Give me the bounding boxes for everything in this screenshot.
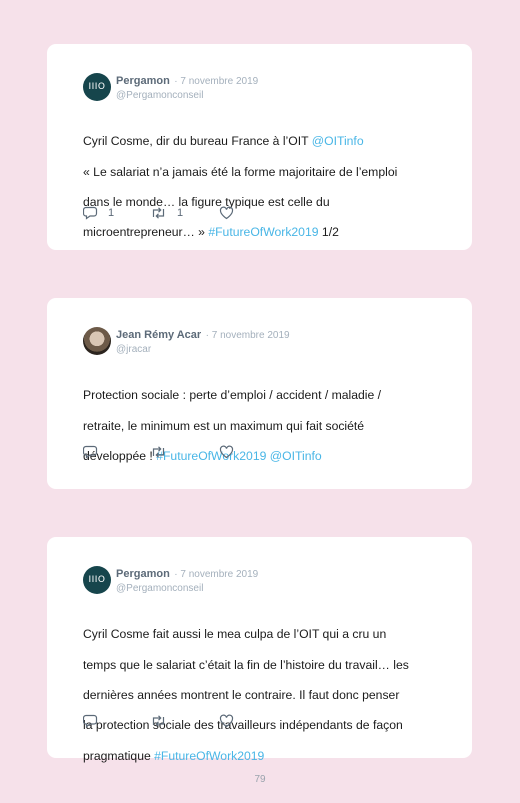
like-button[interactable] — [219, 206, 234, 220]
tweet-text-line: dernières années montrent le contraire. … — [83, 688, 400, 703]
tweet-actions — [83, 714, 283, 730]
page-number: 79 — [254, 774, 266, 785]
hashtag-link[interactable]: #FutureOfWork2019 — [154, 749, 264, 763]
author-handle[interactable]: @Pergamonconseil — [116, 89, 258, 103]
mention-link[interactable]: @OITinfo — [312, 134, 364, 148]
retweet-icon — [152, 715, 165, 727]
tweet-text: Cyril Cosme fait aussi le mea culpa de l… — [83, 612, 442, 779]
tweet-text: Protection sociale : perte d’emploi / ac… — [83, 373, 442, 479]
heart-icon — [219, 206, 234, 220]
tweet-date[interactable]: · 7 novembre 2019 — [174, 569, 258, 580]
hashtag-link[interactable]: #FutureOfWork2019 — [208, 225, 318, 239]
retweet-icon — [152, 446, 165, 458]
reply-button[interactable] — [83, 714, 98, 728]
tweet-card: IIIO Pergamon · 7 novembre 2019 @Pergamo… — [47, 537, 472, 763]
tweet-actions — [83, 445, 283, 461]
tweet-text-line: Cyril Cosme fait aussi le mea culpa de l… — [83, 627, 387, 642]
like-button[interactable] — [219, 445, 234, 459]
tweet-text-line: pragmatique — [83, 748, 155, 763]
heart-icon — [219, 445, 234, 459]
tweet-text: Cyril Cosme, dir du bureau France à l’OI… — [83, 119, 442, 256]
reply-icon — [83, 206, 98, 220]
reply-button[interactable]: 1 — [83, 206, 114, 220]
like-button[interactable] — [219, 714, 234, 728]
reply-button[interactable] — [83, 445, 98, 459]
author-handle[interactable]: @jracar — [116, 343, 290, 357]
tweet-text-line: Protection sociale : perte d’emploi / ac… — [83, 388, 382, 403]
reply-count: 1 — [108, 207, 115, 219]
tweet-actions: 1 1 — [83, 206, 283, 222]
avatar-logo-text: IIIO — [88, 575, 106, 585]
tweet-text-line: retraite, le minimum est un maximum qui … — [83, 418, 365, 433]
tweet-card: Jean Rémy Acar · 7 novembre 2019 @jracar… — [47, 298, 472, 489]
retweet-icon — [152, 207, 165, 219]
author-handle[interactable]: @Pergamonconseil — [116, 582, 258, 596]
tweet-text-line: temps que le salariat c’était la fin de … — [83, 657, 409, 672]
tweet-card: IIIO Pergamon · 7 novembre 2019 @Pergamo… — [47, 44, 472, 250]
avatar-logo-text: IIIO — [88, 82, 106, 92]
retweet-button[interactable]: 1 — [150, 206, 183, 220]
avatar[interactable]: IIIO — [83, 73, 111, 101]
reply-icon — [83, 445, 98, 459]
avatar[interactable] — [83, 327, 111, 355]
reply-icon — [83, 714, 98, 728]
tweet-date[interactable]: · 7 novembre 2019 — [174, 76, 258, 87]
author-name[interactable]: Pergamon — [116, 75, 170, 87]
retweet-count: 1 — [177, 207, 184, 219]
author-name[interactable]: Pergamon — [116, 568, 170, 580]
tweet-text-line: 1/2 — [318, 225, 339, 240]
tweet-text-line: « Le salariat n’a jamais été la forme ma… — [83, 164, 398, 179]
retweet-button[interactable] — [150, 445, 167, 459]
avatar[interactable]: IIIO — [83, 566, 111, 594]
tweet-date[interactable]: · 7 novembre 2019 — [206, 330, 290, 341]
tweet-text-line: Cyril Cosme, dir du bureau France à l’OI… — [83, 134, 312, 149]
heart-icon — [219, 714, 234, 728]
tweet-text-line: microentrepreneur… » — [83, 225, 209, 240]
retweet-button[interactable] — [150, 714, 167, 728]
author-name[interactable]: Jean Rémy Acar — [116, 329, 201, 341]
